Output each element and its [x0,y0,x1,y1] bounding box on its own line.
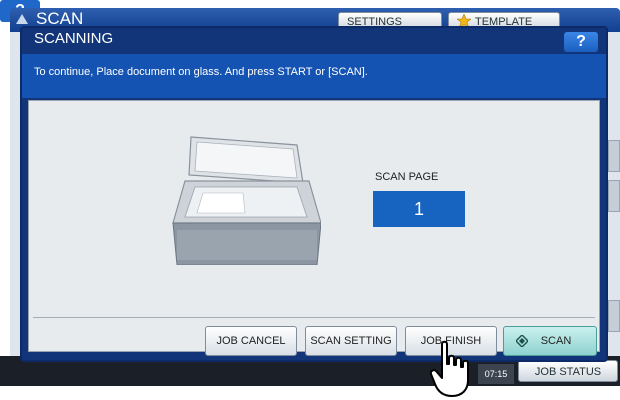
scan-page-label: SCAN PAGE [375,171,439,183]
job-status-button[interactable]: JOB STATUS [518,360,618,382]
divider [33,317,595,318]
scanner-icon [172,136,321,265]
scan-setting-label: SCAN SETTING [310,335,392,347]
job-cancel-button[interactable]: JOB CANCEL [205,326,297,356]
dialog-help-button[interactable]: ? [564,32,598,52]
job-cancel-label: JOB CANCEL [216,335,286,347]
hand-cursor-icon [430,340,469,397]
clock: 07:15 [478,364,514,384]
side-tab [608,300,620,332]
diamond-icon [516,335,528,347]
scan-page-count: 1 [373,191,465,227]
instruction-message: To continue, Place document on glass. An… [22,54,606,98]
app-logo-icon [16,14,28,24]
scanning-dialog: SCANNING ? To continue, Place document o… [20,26,608,362]
side-tab [608,180,620,212]
side-tab [608,140,620,172]
dialog-title: SCANNING [34,30,114,47]
scan-setting-button[interactable]: SCAN SETTING [305,326,397,356]
scan-label: SCAN [540,335,572,347]
scan-button[interactable]: SCAN [503,326,597,356]
dialog-content: SCAN PAGE 1 JOB CANCEL SCAN SETTING JOB … [28,100,600,356]
